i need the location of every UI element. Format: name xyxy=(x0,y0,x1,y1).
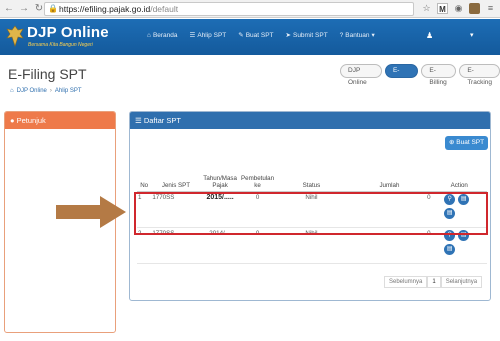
send-icon: ➤ xyxy=(285,32,291,39)
home-icon: ⌂ xyxy=(147,31,151,39)
add-icon: ⊕ xyxy=(449,139,455,146)
nav-submit-spt[interactable]: ➤ Submit SPT xyxy=(285,31,328,40)
chevron-down-icon[interactable]: ▾ xyxy=(470,31,474,39)
app-title[interactable]: DJP Online xyxy=(27,24,109,41)
menu-icon[interactable]: ≡ xyxy=(485,3,496,14)
browser-toolbar: ← → ↻ 🔒 https://efiling.pajak.go.id/defa… xyxy=(0,0,500,18)
tab-e-billing[interactable]: E-Billing xyxy=(421,64,457,86)
col-header-tahun-masa-pajak: Tahun/Masa Pajak xyxy=(200,165,240,192)
garuda-logo-icon xyxy=(6,25,24,47)
nav-label: Submit SPT xyxy=(292,31,328,39)
home-icon: ⌂ xyxy=(10,88,14,94)
extension-icon[interactable] xyxy=(469,3,480,14)
col-header-no: No xyxy=(137,165,152,192)
pagination-prev[interactable]: Sebelumnya xyxy=(384,276,428,288)
nav-label: Bantuan xyxy=(345,31,370,39)
buat-spt-button[interactable]: ⊕ Buat SPT xyxy=(445,136,489,150)
forward-icon[interactable]: → xyxy=(18,3,30,15)
tab-djp-online[interactable]: DJP Online xyxy=(340,64,382,86)
col-header-pembetulan: Pembetulan ke xyxy=(239,165,276,192)
info-icon: ● xyxy=(10,116,15,125)
petunjuk-header: ● Petunjuk xyxy=(5,112,115,129)
nav-label: Beranda xyxy=(152,31,178,39)
edit-icon: ✎ xyxy=(238,32,244,39)
pointer-arrow-icon xyxy=(56,196,126,228)
help-icon: ? xyxy=(339,31,344,39)
nav-bantuan[interactable]: ? Bantuan ▾ xyxy=(339,31,375,40)
shield-icon[interactable]: ◉ xyxy=(453,3,464,14)
user-icon[interactable]: ♟ xyxy=(426,31,433,40)
nav-label: Ahlip SPT xyxy=(197,31,227,39)
url-host: https://efiling.pajak.go.id xyxy=(59,4,151,14)
highlight-box xyxy=(134,192,488,235)
table-header-row: No Jenis SPT Tahun/Masa Pajak Pembetulan… xyxy=(137,165,487,192)
star-icon[interactable]: ☆ xyxy=(421,3,432,14)
buat-spt-label: Buat SPT xyxy=(456,139,485,146)
list-icon: ☰ xyxy=(189,32,196,39)
gmail-icon[interactable]: M xyxy=(437,3,448,14)
tab-e-filing[interactable]: E-Filing xyxy=(384,64,419,86)
list-icon: ☰ xyxy=(135,116,142,125)
print-icon[interactable]: ▤ xyxy=(444,243,456,255)
col-header-status: Status xyxy=(275,165,348,192)
nav-label: Buat SPT xyxy=(245,31,274,39)
nav-beranda[interactable]: ⌂ Beranda xyxy=(147,31,178,39)
breadcrumb-ahlip-spt[interactable]: Ahlip SPT xyxy=(55,88,82,94)
back-icon[interactable]: ← xyxy=(3,3,15,15)
lock-icon: 🔒 xyxy=(48,4,58,13)
url-path: /default xyxy=(150,4,179,14)
breadcrumb: ⌂ DJP Online › Ahlip SPT xyxy=(10,88,82,94)
nav-buat-spt[interactable]: ✎ Buat SPT xyxy=(238,31,274,40)
col-header-jenis-spt: Jenis SPT xyxy=(151,165,201,192)
breadcrumb-separator-icon: › xyxy=(49,88,52,94)
nav-ahlip-spt[interactable]: ☰ Ahlip SPT xyxy=(189,31,227,40)
pagination-next[interactable]: Selanjutnya xyxy=(440,276,483,288)
daftar-spt-header: ☰ Daftar SPT xyxy=(130,112,490,129)
col-header-action: Action xyxy=(431,165,487,192)
col-header-jumlah: Jumlah xyxy=(347,165,432,192)
pagination-current[interactable]: 1 xyxy=(427,276,441,288)
service-tabs: DJP Online E-Filing E-Billing E-Tracking xyxy=(340,64,500,86)
petunjuk-title: Petunjuk xyxy=(16,116,46,125)
top-nav: ⌂ Beranda ☰ Ahlip SPT ✎ Buat SPT ➤ Submit SP… xyxy=(147,31,375,40)
pagination: Sebelumnya 1 Selanjutnya xyxy=(384,276,483,288)
tab-e-tracking[interactable]: E-Tracking xyxy=(459,64,500,86)
app-tagline: Bersama Kita Bangun Negeri xyxy=(28,42,93,48)
address-bar[interactable]: 🔒 https://efiling.pajak.go.id/default xyxy=(44,2,414,16)
extension-icons: ☆ M ◉ ≡ xyxy=(421,3,496,14)
app-header: DJP Online Bersama Kita Bangun Negeri ⌂ B… xyxy=(0,19,500,55)
daftar-spt-title: Daftar SPT xyxy=(143,116,181,125)
page-title: E-Filing SPT xyxy=(8,66,87,82)
chevron-down-icon: ▾ xyxy=(371,32,375,39)
breadcrumb-djp-online[interactable]: DJP Online xyxy=(17,88,47,94)
